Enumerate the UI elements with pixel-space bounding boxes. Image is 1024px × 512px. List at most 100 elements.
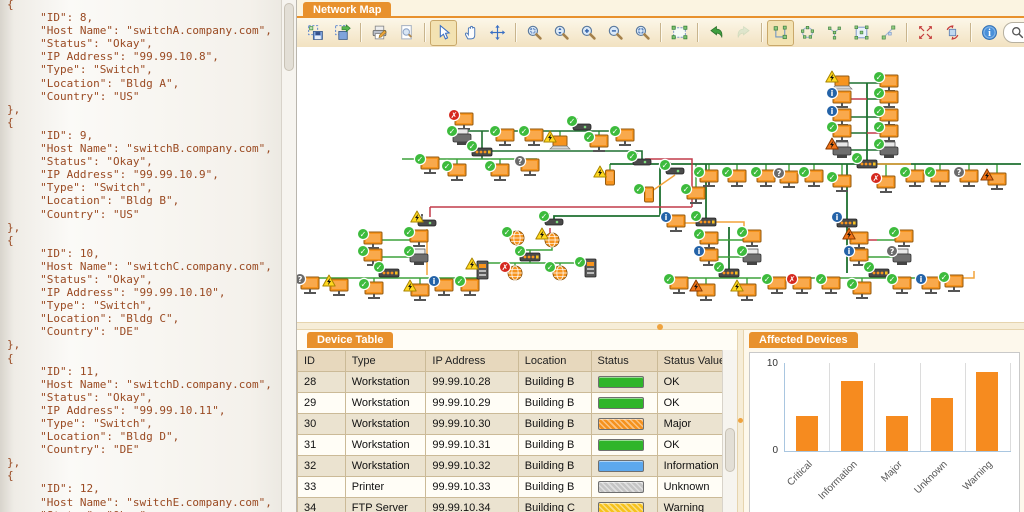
interactive-zoom-button[interactable] bbox=[548, 20, 575, 46]
pan-button[interactable] bbox=[457, 20, 484, 46]
zoom-in-button[interactable] bbox=[575, 20, 602, 46]
map-node-monitor[interactable]: ✓ bbox=[749, 165, 776, 187]
map-node-hub[interactable]: i bbox=[830, 210, 858, 228]
map-node-hub[interactable]: ✓ bbox=[862, 260, 890, 278]
column-header-id[interactable]: ID bbox=[297, 350, 346, 372]
map-node-globe[interactable]: ✓ bbox=[543, 260, 568, 281]
map-node-monitor[interactable]: ? bbox=[772, 166, 799, 188]
table-row[interactable]: 32 Workstation 99.99.10.32 Building B Inform… bbox=[297, 455, 737, 477]
export-network-button[interactable] bbox=[329, 20, 356, 46]
redo-button[interactable] bbox=[730, 20, 757, 46]
zoom-out-button[interactable] bbox=[602, 20, 629, 46]
network-map-canvas[interactable]: ✗ ✓ ✓ ✓ ✓ ✓ ✓ ✓ ✓ ✓ ✓? ✓ i ✓ i ✓ ✓ ✓ ✓ ✓ ✓ ✓ ✓ ✓ ✓ ✓ ✓? ✓ ✓ ✗ ✓ ✓? ✓ ✓ ✓ ✓ ✓… bbox=[293, 47, 1024, 322]
fit-view-button[interactable] bbox=[484, 20, 511, 46]
map-node-monitor[interactable]: ✗ bbox=[785, 272, 812, 294]
map-node-monitor[interactable]: ✓ bbox=[662, 272, 689, 294]
map-node-router[interactable] bbox=[410, 210, 437, 227]
map-node-monitor[interactable]: ✓ bbox=[797, 165, 824, 187]
fit-content-zoom-button[interactable] bbox=[629, 20, 656, 46]
info-button[interactable]: i bbox=[976, 20, 1003, 46]
map-node-monitor[interactable]: ✓ bbox=[608, 124, 635, 146]
circular-layout-button[interactable] bbox=[794, 20, 821, 46]
map-node-printer[interactable]: ✓ bbox=[402, 244, 429, 265]
overview-window-button[interactable] bbox=[666, 20, 693, 46]
hierarchical-layout-button[interactable] bbox=[767, 19, 794, 46]
map-node-monitor[interactable]: ✓ bbox=[937, 270, 964, 292]
map-node-printer[interactable]: ✓ bbox=[735, 244, 762, 265]
map-node-monitor[interactable]: ✓ bbox=[357, 277, 384, 299]
map-node-laptop[interactable] bbox=[825, 70, 853, 90]
map-node-monitor[interactable] bbox=[730, 279, 757, 301]
map-node-router[interactable]: ✓ bbox=[537, 209, 564, 226]
horizontal-splitter[interactable] bbox=[297, 322, 1024, 330]
map-node-monitor[interactable]: ✓ bbox=[517, 124, 544, 146]
save-network-button[interactable] bbox=[302, 20, 329, 46]
fit-to-window-button[interactable] bbox=[912, 20, 939, 46]
print-preview-button[interactable] bbox=[393, 20, 420, 46]
map-node-monitor[interactable]: ✓ bbox=[885, 272, 912, 294]
column-header-status[interactable]: Status bbox=[590, 350, 658, 372]
map-node-monitor[interactable]: ✓ bbox=[845, 277, 872, 299]
map-node-hub[interactable]: ✓ bbox=[465, 139, 493, 157]
map-node-monitor[interactable]: i bbox=[914, 272, 941, 294]
map-node-monitor[interactable]: ✓ bbox=[923, 165, 950, 187]
map-node-monitor[interactable]: i bbox=[659, 210, 686, 232]
symmetric-layout-button[interactable] bbox=[821, 20, 848, 46]
map-node-monitor[interactable] bbox=[980, 168, 1007, 190]
column-header-ip-address[interactable]: IP Address bbox=[425, 350, 519, 372]
undo-button[interactable] bbox=[703, 20, 730, 46]
map-node-monitor[interactable]: ✓ bbox=[356, 227, 383, 249]
map-node-monitor[interactable]: ✓ bbox=[413, 152, 440, 174]
map-node-monitor[interactable]: ✗ bbox=[869, 171, 896, 193]
map-node-monitor[interactable]: ✓ bbox=[692, 227, 719, 249]
map-node-phone[interactable] bbox=[593, 165, 615, 186]
marquee-zoom-button[interactable] bbox=[521, 20, 548, 46]
map-node-router[interactable]: ✓ bbox=[625, 149, 652, 166]
device-table-scrollbar[interactable] bbox=[722, 350, 737, 512]
column-header-type[interactable]: Type bbox=[344, 350, 427, 372]
table-row[interactable]: 28 Workstation 99.99.10.28 Building B OK bbox=[297, 371, 737, 393]
map-node-globe[interactable]: ✓ bbox=[500, 225, 525, 246]
map-node-monitor[interactable]: ? bbox=[293, 272, 320, 294]
map-node-monitor[interactable]: ✓ bbox=[898, 165, 925, 187]
map-node-monitor[interactable]: ✓ bbox=[402, 225, 429, 247]
map-node-router[interactable]: ✓ bbox=[565, 114, 592, 131]
splitter-collapse-dot[interactable] bbox=[738, 418, 743, 423]
map-node-monitor[interactable]: ✓ bbox=[814, 272, 841, 294]
table-row[interactable]: 29 Workstation 99.99.10.29 Building B OK bbox=[297, 392, 737, 414]
map-node-monitor[interactable]: ✓ bbox=[582, 130, 609, 152]
map-node-laptop[interactable] bbox=[543, 130, 571, 150]
map-node-printer[interactable]: ? bbox=[885, 244, 912, 265]
table-row[interactable]: 30 Workstation 99.99.10.30 Building B Major bbox=[297, 413, 737, 435]
map-node-monitor[interactable]: ✓ bbox=[760, 272, 787, 294]
map-node-server[interactable]: ✓ bbox=[573, 255, 597, 278]
map-node-server[interactable] bbox=[465, 257, 489, 280]
select-pointer-button[interactable] bbox=[430, 19, 457, 46]
map-node-hub[interactable]: ✓ bbox=[712, 260, 740, 278]
map-node-globe[interactable]: ✗ bbox=[498, 260, 523, 281]
rotate-layout-button[interactable] bbox=[939, 20, 966, 46]
map-node-monitor[interactable] bbox=[403, 279, 430, 301]
map-node-globe[interactable] bbox=[535, 227, 560, 248]
device-table-scrollbar-thumb[interactable] bbox=[725, 428, 735, 472]
column-header-location[interactable]: Location bbox=[517, 350, 592, 372]
map-node-hub[interactable]: ✓ bbox=[513, 244, 541, 262]
grid-layout-button[interactable] bbox=[848, 20, 875, 46]
table-row[interactable]: 33 Printer 99.99.10.33 Building B Unknown bbox=[297, 476, 737, 498]
map-node-monitor[interactable]: ✓ bbox=[483, 159, 510, 181]
map-node-monitor[interactable]: ✓ bbox=[488, 124, 515, 146]
map-node-monitor[interactable]: ? bbox=[952, 165, 979, 187]
map-node-router[interactable]: ✓ bbox=[658, 158, 685, 175]
map-node-monitor[interactable] bbox=[689, 279, 716, 301]
vertical-splitter[interactable] bbox=[737, 330, 744, 512]
print-button[interactable] bbox=[366, 20, 393, 46]
map-node-monitor[interactable]: ✓ bbox=[440, 159, 467, 181]
map-node-hub[interactable]: ✓ bbox=[372, 260, 400, 278]
table-row[interactable]: 31 Workstation 99.99.10.31 Building B OK bbox=[297, 434, 737, 456]
json-panel-scrollbar[interactable] bbox=[281, 0, 296, 512]
map-node-monitor[interactable]: i bbox=[825, 86, 852, 108]
map-node-phone[interactable]: ✓ bbox=[632, 182, 654, 203]
incremental-layout-button[interactable] bbox=[875, 20, 902, 46]
table-row[interactable]: 34 FTP Server 99.99.10.34 Building C Warning bbox=[297, 497, 737, 512]
map-node-monitor[interactable]: ✓ bbox=[735, 225, 762, 247]
